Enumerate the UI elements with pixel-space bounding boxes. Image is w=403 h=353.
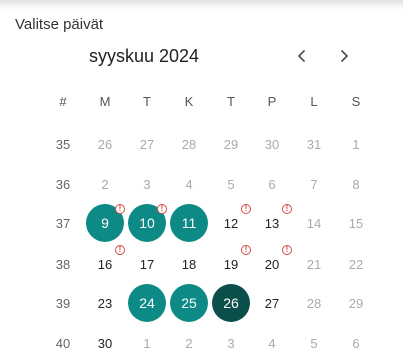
day-cell: 7 [310,176,318,192]
week-number-header: # [59,93,67,109]
day-cell: 27 [139,136,155,152]
week-number: 38 [55,256,71,272]
day-cell[interactable]: 30 [84,333,126,353]
weekday-header: S [351,93,361,109]
warning-icon: ! [115,245,125,255]
weekday-header: T [227,93,235,109]
day-cell: 5 [227,176,235,192]
day-cell: 21 [306,256,322,272]
week-number: 40 [55,335,71,351]
day-cell: 1 [143,335,151,351]
day-cell: 30 [264,136,280,152]
day-cell: 2 [185,335,193,351]
day-cell: 8 [352,176,360,192]
weekday-header: L [310,93,318,109]
weekday-header: P [267,93,277,109]
week-number: 39 [55,295,71,311]
weekday-header: M [99,93,111,109]
day-cell-selected[interactable]: 25 [170,284,208,322]
next-month-button[interactable] [333,45,355,67]
day-cell: 4 [185,176,193,192]
day-cell: 26 [97,136,113,152]
day-cell[interactable]: 16 [84,254,126,274]
warning-icon: ! [115,204,125,214]
day-cell[interactable]: 17 [126,254,168,274]
page-title: Valitse päivät [15,16,104,33]
day-cell: 1 [352,136,360,152]
day-cell: 6 [352,335,360,351]
warning-icon: ! [157,204,167,214]
day-cell-selected[interactable]: 24 [128,284,166,322]
weekday-header: T [143,93,151,109]
week-number: 36 [55,176,71,192]
day-cell-current[interactable]: 26 [212,284,250,322]
day-cell[interactable]: 13 [251,213,293,233]
day-cell: 2 [101,176,109,192]
prev-month-button[interactable] [291,45,313,67]
weekday-header: K [184,93,194,109]
day-cell: 6 [268,176,276,192]
warning-icon: ! [282,245,292,255]
day-cell: 28 [181,136,197,152]
day-cell: 4 [268,335,276,351]
day-cell[interactable]: 18 [168,254,210,274]
day-cell: 3 [143,176,151,192]
day-cell: 29 [223,136,239,152]
day-cell[interactable]: 27 [251,293,293,313]
day-cell: 15 [348,215,364,231]
day-cell: 22 [348,256,364,272]
day-cell-selected[interactable]: 11 [170,204,208,242]
top-shadow [0,0,403,10]
day-cell[interactable]: 12 [210,213,252,233]
warning-icon: ! [241,245,251,255]
week-number: 37 [55,215,71,231]
day-cell: 28 [306,295,322,311]
week-number: 35 [55,136,71,152]
chevron-right-icon [341,50,349,62]
warning-icon: ! [241,204,251,214]
day-cell: 5 [310,335,318,351]
day-cell: 3 [227,335,235,351]
chevron-left-icon [297,50,305,62]
month-label: syyskuu 2024 [89,46,200,66]
day-cell[interactable]: 20 [251,254,293,274]
day-cell: 31 [306,136,322,152]
day-cell[interactable]: 19 [210,254,252,274]
day-cell: 29 [348,295,364,311]
warning-icon: ! [282,204,292,214]
day-cell: 14 [306,215,322,231]
day-cell[interactable]: 23 [84,293,126,313]
